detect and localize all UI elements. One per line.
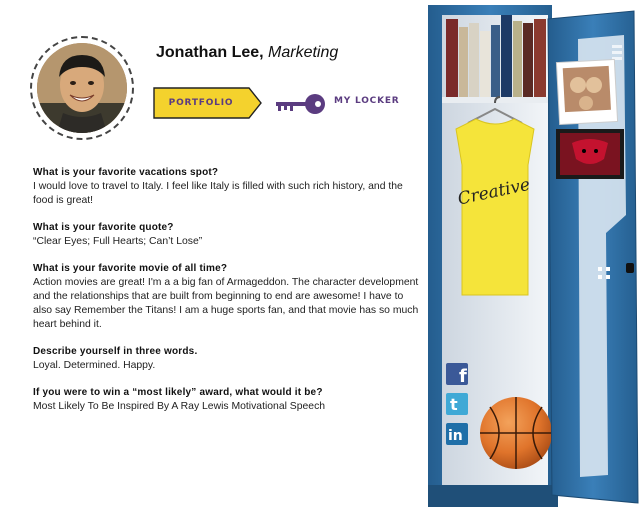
facebook-icon[interactable]: f xyxy=(446,363,468,387)
door-photo xyxy=(555,58,619,126)
qa-question: If you were to win a “most likely” award… xyxy=(33,387,323,398)
qa-item: What is your favorite vacations spot? I … xyxy=(33,166,423,208)
svg-text:t: t xyxy=(450,395,458,414)
svg-text:f: f xyxy=(459,366,467,387)
bulls-logo-card xyxy=(556,129,624,179)
avatar-frame xyxy=(30,36,134,140)
qa-answer: “Clear Eyes; Full Hearts; Can’t Lose” xyxy=(33,236,203,247)
qa-answer: Loyal. Determined. Happy. xyxy=(33,360,156,371)
qa-section: What is your favorite vacations spot? I … xyxy=(33,166,423,427)
profile-photo-icon xyxy=(37,43,127,133)
qa-item: What is your favorite quote? “Clear Eyes… xyxy=(33,221,423,249)
qa-item: Describe yourself in three words. Loyal.… xyxy=(33,345,423,373)
profile-name: Jonathan Lee, xyxy=(156,44,264,61)
locker-illustration: Creative f t in xyxy=(428,5,639,507)
qa-answer: Most Likely To Be Inspired By A Ray Lewi… xyxy=(33,401,326,412)
linkedin-icon[interactable]: in xyxy=(446,423,468,445)
svg-text:in: in xyxy=(448,428,463,444)
portfolio-button[interactable]: PORTFOLIO xyxy=(153,87,263,119)
books xyxy=(446,15,546,97)
qa-question: Describe yourself in three words. xyxy=(33,346,198,357)
twitter-icon[interactable]: t xyxy=(446,393,468,415)
qa-item: What is your favorite movie of all time?… xyxy=(33,262,423,332)
profile-header: Jonathan Lee, Marketing xyxy=(156,44,338,62)
avatar xyxy=(37,43,127,133)
qa-answer: I would love to travel to Italy. I feel … xyxy=(33,181,403,206)
qa-answer: Action movies are great! I'm a a big fan… xyxy=(33,277,419,330)
portfolio-label: PORTFOLIO xyxy=(168,98,234,108)
key-icon[interactable] xyxy=(274,93,326,115)
qa-item: If you were to win a “most likely” award… xyxy=(33,386,423,414)
profile-department: Marketing xyxy=(268,44,339,61)
qa-question: What is your favorite movie of all time? xyxy=(33,263,228,274)
qa-question: What is your favorite vacations spot? xyxy=(33,167,219,178)
basketball xyxy=(480,397,552,469)
qa-question: What is your favorite quote? xyxy=(33,222,174,233)
my-locker-link[interactable]: MY LOCKER xyxy=(334,96,400,106)
